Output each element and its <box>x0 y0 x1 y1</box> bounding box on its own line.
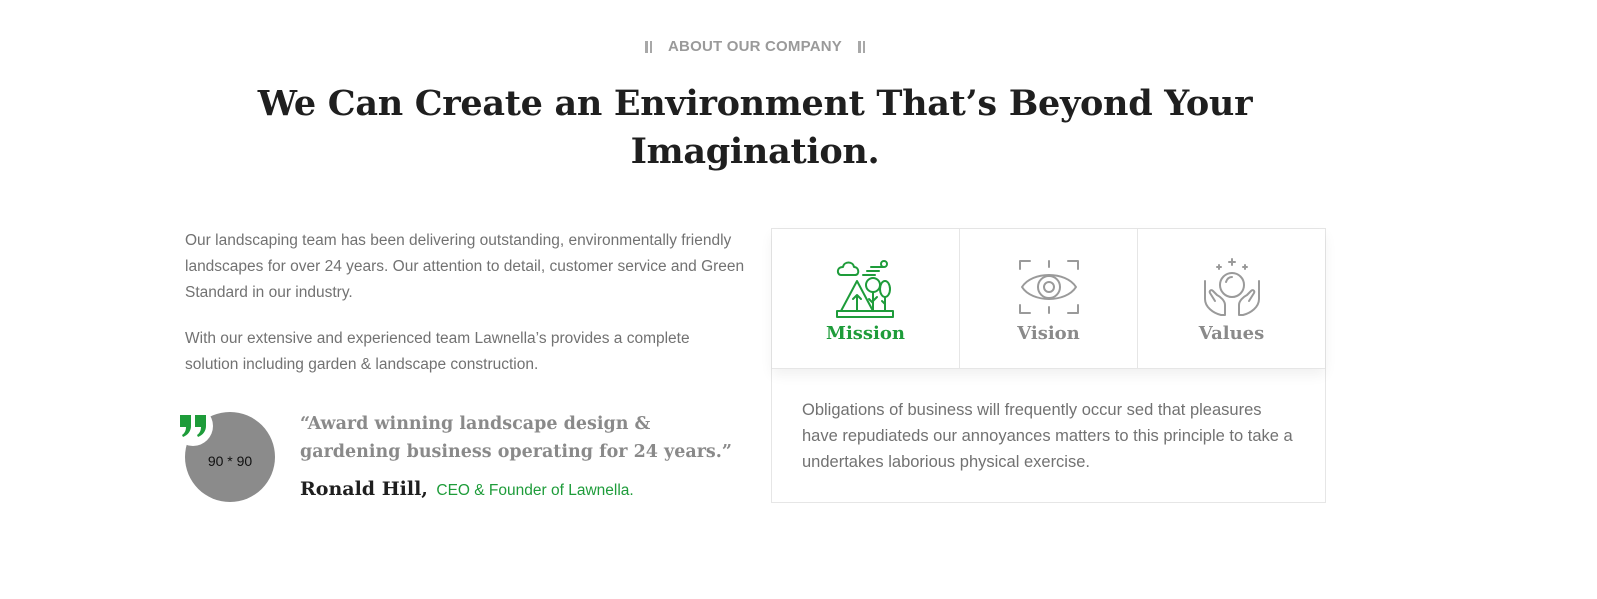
quote-icon <box>173 406 213 446</box>
tab-label-values: Values <box>1198 323 1265 344</box>
tab-label-vision: Vision <box>1017 323 1080 344</box>
intro-paragraph-2: With our extensive and experienced team … <box>185 330 690 373</box>
page-title: We Can Create an Environment That’s Beyo… <box>0 80 1510 176</box>
testimonial: 90 * 90 “Award winning landscape design … <box>173 406 745 512</box>
tab-values[interactable]: Values <box>1138 229 1325 368</box>
avatar-placeholder: 90 * 90 <box>207 453 253 469</box>
tab-list: Mission Vision Values <box>772 229 1325 369</box>
tab-panel-text: Obligations of business will frequently … <box>802 401 1293 471</box>
testimonial-quote: “Award winning landscape design & garden… <box>300 414 732 462</box>
tab-mission[interactable]: Mission <box>772 229 960 368</box>
section-eyebrow: ABOUT OUR COMPANY <box>0 38 1510 55</box>
headline-line-2: Imagination. <box>630 131 880 172</box>
eyebrow-text: ABOUT OUR COMPANY <box>668 38 842 55</box>
intro-paragraph-1: Our landscaping team has been delivering… <box>185 232 745 301</box>
mission-vision-values-card: Mission Vision Values Obligations of bus… <box>771 228 1326 503</box>
headline-line-1: We Can Create an Environment That’s Beyo… <box>257 83 1253 124</box>
author-role: CEO & Founder of Lawnella. <box>436 482 634 499</box>
divider-bars-left <box>645 40 653 53</box>
intro-text: Our landscaping team has been delivering… <box>185 228 745 398</box>
tab-label-mission: Mission <box>826 323 905 344</box>
tab-vision[interactable]: Vision <box>960 229 1138 368</box>
hands-icon <box>1203 258 1260 316</box>
landscape-icon <box>835 260 894 318</box>
divider-bars-right <box>857 40 865 53</box>
author-name: Ronald Hill, <box>300 478 428 500</box>
testimonial-author: Ronald Hill, CEO & Founder of Lawnella. <box>300 478 634 500</box>
eye-icon <box>1018 260 1079 314</box>
